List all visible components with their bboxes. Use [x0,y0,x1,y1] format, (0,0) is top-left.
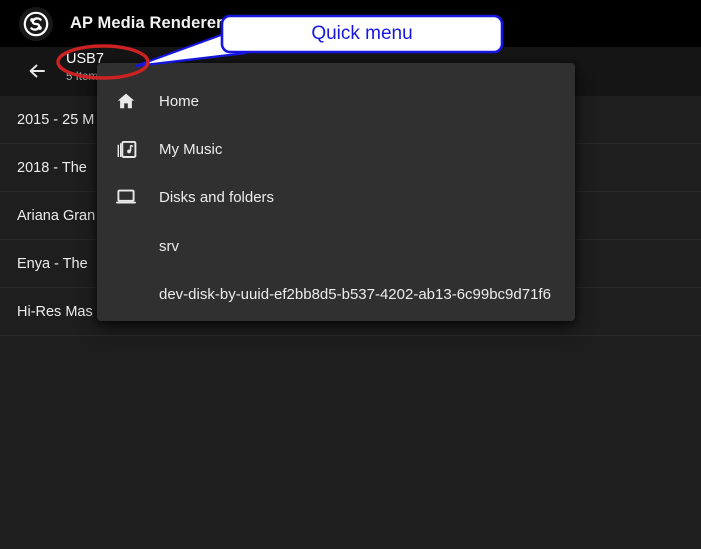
quick-menu-item-dev-disk[interactable]: dev-disk-by-uuid-ef2bb8d5-b537-4202-ab13… [97,270,575,318]
file-name: Ariana Gran [17,207,96,224]
quick-menu-item-label: Home [159,92,200,110]
quick-menu-item-home[interactable]: Home [97,77,575,125]
library-music-icon [113,137,139,161]
empty-content-area [0,336,701,549]
quick-menu-panel[interactable]: Home My Music Disks and folders srv dev-… [97,63,575,321]
file-name: Enya - The [17,255,88,272]
quick-menu-item-label: dev-disk-by-uuid-ef2bb8d5-b537-4202-ab13… [159,285,551,303]
app-window: AP Media Renderer USB7 5 Items 2015 - 25… [0,0,701,549]
quick-menu-item-disks-and-folders[interactable]: Disks and folders [97,173,575,221]
sync-circle-logo-icon [19,6,53,41]
back-arrow-icon[interactable] [22,56,52,86]
file-name: 2015 - 25 M [17,111,95,128]
quick-menu-item-srv[interactable]: srv [97,222,575,270]
quick-menu-item-label: Disks and folders [159,188,275,206]
laptop-icon [113,185,139,209]
quick-menu-item-my-music[interactable]: My Music [97,125,575,173]
callout-label: Quick menu [311,23,413,44]
quick-menu-item-label: srv [159,237,179,255]
file-name: 2018 - The [17,159,87,176]
file-name: Hi-Res Mas [17,303,93,320]
app-title: AP Media Renderer [70,14,223,32]
home-icon [113,89,139,113]
quick-menu-item-label: My Music [159,140,223,158]
